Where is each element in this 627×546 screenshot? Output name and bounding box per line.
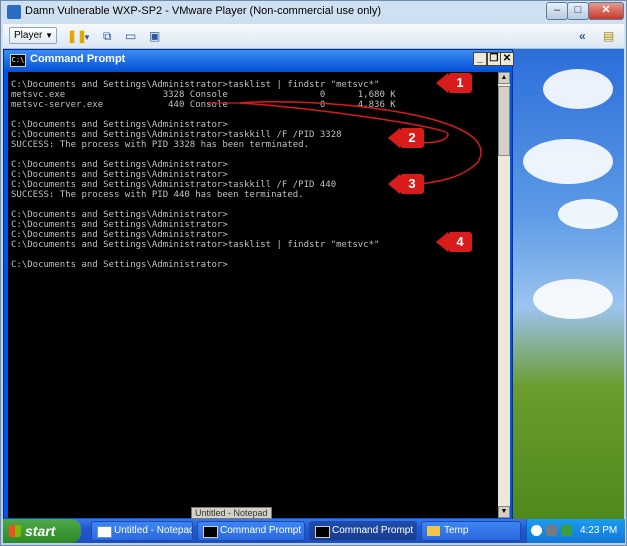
cmd-icon (203, 526, 218, 538)
cmd-maximize-button[interactable]: ❐ (487, 52, 501, 66)
unity-icon[interactable]: ▣ (149, 29, 160, 43)
cmd-scrollbar[interactable]: ▲ ▼ (498, 72, 510, 518)
player-menu-button[interactable]: Player ▼ (9, 27, 57, 44)
cmd-icon: C:\ (10, 54, 26, 67)
taskbar-item-temp[interactable]: Temp (421, 521, 521, 541)
wallpaper-cloud (523, 139, 613, 184)
annotation-badge-3: 3 (388, 174, 424, 194)
console-output[interactable]: C:\Documents and Settings\Administrator>… (8, 72, 498, 518)
wallpaper-cloud (558, 199, 618, 229)
cmd-icon (315, 526, 330, 538)
start-label: start (25, 523, 56, 539)
annotation-badge-2: 2 (388, 128, 424, 148)
wallpaper-cloud (543, 69, 613, 109)
annotation-badge-1: 1 (436, 73, 472, 93)
fullscreen-icon[interactable]: ▭ (125, 29, 136, 43)
window-title: Damn Vulnerable WXP-SP2 - VMware Player … (25, 5, 381, 17)
vmware-tray-icon[interactable] (546, 525, 557, 536)
scroll-thumb[interactable] (498, 86, 510, 156)
wallpaper-cloud (533, 279, 613, 319)
player-menu-label: Player (14, 30, 43, 41)
taskbar-item-command-prompt[interactable]: Command Prompt (197, 521, 305, 541)
command-prompt-window[interactable]: C:\ Command Prompt _ ❐ ✕ C:\Documents an… (3, 49, 514, 519)
cmd-titlebar[interactable]: C:\ Command Prompt _ ❐ ✕ (4, 50, 514, 70)
expand-tray-icon[interactable] (531, 525, 542, 536)
vmware-titlebar[interactable]: Damn Vulnerable WXP-SP2 - VMware Player … (1, 1, 626, 23)
scroll-down-icon[interactable]: ▼ (498, 506, 510, 518)
taskbar: start Untitled - Notepad Command Prompt … (3, 519, 625, 543)
guest-desktop: C:\ Command Prompt _ ❐ ✕ C:\Documents an… (3, 49, 624, 519)
taskbar-item-label: Temp (444, 525, 469, 536)
notepad-icon (97, 526, 112, 538)
system-tray: 4:23 PM (526, 519, 625, 543)
folder-icon (427, 526, 440, 536)
library-icon[interactable]: ▤ (603, 29, 614, 43)
start-button[interactable]: start (3, 519, 81, 543)
vmware-app-icon (7, 5, 21, 19)
windows-flag-icon (9, 525, 21, 537)
minimize-button[interactable]: – (546, 2, 568, 20)
taskbar-item-command-prompt-active[interactable]: Command Prompt (309, 521, 417, 541)
network-tray-icon[interactable] (561, 525, 572, 536)
chevron-down-icon: ▼ (45, 31, 53, 40)
taskbar-item-label: Untitled - Notepad (114, 525, 193, 536)
cmd-close-button[interactable]: ✕ (500, 52, 514, 66)
taskbar-item-notepad[interactable]: Untitled - Notepad (91, 521, 193, 541)
network-icon[interactable]: ⧉ (103, 29, 112, 43)
taskbar-tooltip: Untitled - Notepad (191, 507, 272, 519)
cmd-minimize-button[interactable]: _ (473, 52, 487, 66)
back-icon[interactable]: « (579, 29, 586, 43)
dropdown-icon[interactable]: ▼ (83, 31, 91, 45)
annotation-badge-4: 4 (436, 232, 472, 252)
cmd-title: Command Prompt (30, 53, 126, 65)
clock: 4:23 PM (580, 525, 618, 536)
maximize-button[interactable]: □ (567, 2, 589, 20)
vmware-window: Damn Vulnerable WXP-SP2 - VMware Player … (0, 0, 627, 546)
close-button[interactable]: ✕ (588, 2, 624, 20)
scroll-up-icon[interactable]: ▲ (498, 72, 510, 84)
annotation-curves (208, 101, 482, 186)
taskbar-item-label: Command Prompt (332, 525, 414, 536)
taskbar-item-label: Command Prompt (220, 525, 302, 536)
vmware-toolbar: Player ▼ ❚❚ ▼ ⧉ ▭ ▣ « ▤ (3, 24, 624, 49)
